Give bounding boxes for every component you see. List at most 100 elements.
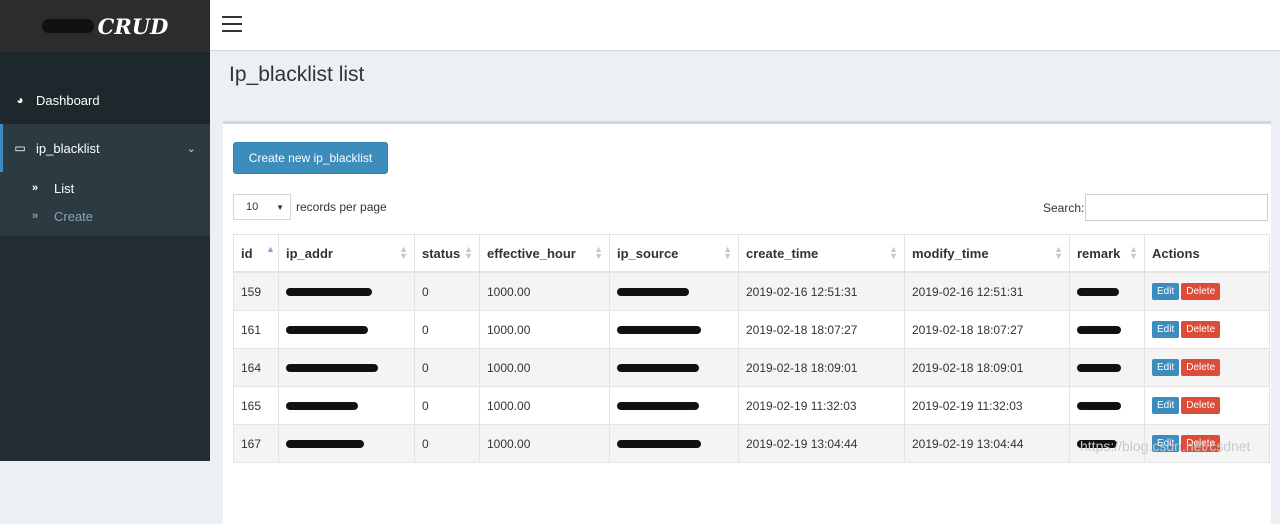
search-input[interactable]	[1085, 194, 1268, 221]
cell-ip-source	[609, 310, 739, 349]
edit-button[interactable]: Edit	[1152, 397, 1180, 414]
edit-button[interactable]: Edit	[1152, 359, 1180, 376]
redaction-mark	[1077, 364, 1121, 373]
sort-icon: ▲ ▼	[399, 244, 408, 261]
sort-asc-icon: ▲	[266, 244, 275, 254]
cell-ip-addr	[278, 386, 415, 425]
sidebar-subitem-create[interactable]: » Create	[0, 202, 210, 230]
sort-icon: ▲ ▼	[889, 244, 898, 261]
records-per-page-label: records per page	[296, 200, 387, 214]
delete-button[interactable]: Delete	[1181, 359, 1221, 376]
cell-ip-addr	[278, 424, 415, 463]
cell-status: 0	[414, 386, 480, 425]
redaction-mark	[286, 440, 364, 449]
cell-modify-time: 2019-02-19 11:32:03	[904, 386, 1070, 425]
sidebar-item-label: Dashboard	[36, 92, 100, 108]
cell-remark	[1069, 348, 1145, 387]
column-header-status[interactable]: status ▲ ▼	[414, 234, 480, 273]
column-header-modify-time[interactable]: modify_time ▲ ▼	[904, 234, 1070, 273]
redaction-mark	[617, 326, 701, 335]
cell-ip-addr	[278, 271, 415, 311]
double-chevron-right-icon: »	[32, 182, 39, 194]
delete-button[interactable]: Delete	[1181, 283, 1221, 300]
watermark-text: https://blog.csdn.net/csdnet	[1080, 438, 1251, 454]
table-row: 164 0 1000.00 2019-02-18 18:09:01 2019-0…	[233, 348, 1270, 387]
page-title: Ip_blacklist list	[229, 63, 365, 86]
edit-button[interactable]: Edit	[1152, 283, 1180, 300]
sort-icon: ▲ ▼	[1054, 244, 1063, 261]
redaction-mark	[1077, 402, 1121, 411]
cell-ip-source	[609, 424, 739, 463]
cell-modify-time: 2019-02-18 18:09:01	[904, 348, 1070, 387]
cell-modify-time: 2019-02-19 13:04:44	[904, 424, 1070, 463]
dashboard-icon: ◕	[16, 93, 24, 107]
cell-remark	[1069, 271, 1145, 311]
cell-create-time: 2019-02-16 12:51:31	[738, 271, 905, 311]
page-length-select[interactable]: 10 ▼	[233, 194, 291, 220]
cell-actions: Edit Delete	[1144, 386, 1270, 425]
cell-id: 165	[233, 386, 279, 425]
column-header-remark[interactable]: remark ▲ ▼	[1069, 234, 1145, 273]
cell-ip-addr	[278, 348, 415, 387]
column-header-create-time[interactable]: create_time ▲ ▼	[738, 234, 905, 273]
sidebar-subitem-list[interactable]: » List	[0, 174, 210, 202]
cell-ip-addr	[278, 310, 415, 349]
table-row: 165 0 1000.00 2019-02-19 11:32:03 2019-0…	[233, 386, 1270, 425]
edit-button[interactable]: Edit	[1152, 321, 1180, 338]
caret-down-icon: ▼	[276, 202, 284, 212]
redaction-mark	[286, 326, 368, 335]
top-navbar	[210, 0, 1280, 51]
delete-button[interactable]: Delete	[1181, 321, 1221, 338]
cell-effective-hour: 1000.00	[479, 310, 610, 349]
cell-actions: Edit Delete	[1144, 271, 1270, 311]
cell-create-time: 2019-02-19 11:32:03	[738, 386, 905, 425]
sidebar: CRUD ◕ Dashboard ▭ ip_blacklist ⌄ » List…	[0, 0, 210, 461]
double-chevron-right-icon: »	[32, 210, 39, 222]
cell-effective-hour: 1000.00	[479, 424, 610, 463]
create-button[interactable]: Create new ip_blacklist	[233, 142, 388, 174]
cell-ip-source	[609, 348, 739, 387]
cell-status: 0	[414, 348, 480, 387]
list-box: Create new ip_blacklist 10 ▼ records per…	[223, 121, 1271, 524]
cell-status: 0	[414, 424, 480, 463]
table-header-row: id ▲ ip_addr ▲ ▼ status ▲ ▼ effective_hour ▲ ▼ …	[233, 234, 1270, 273]
cell-id: 164	[233, 348, 279, 387]
cell-status: 0	[414, 271, 480, 311]
redaction-mark	[286, 364, 378, 373]
cell-id: 159	[233, 271, 279, 311]
column-header-id[interactable]: id ▲	[233, 234, 279, 273]
sidebar-item-dashboard[interactable]: ◕ Dashboard	[0, 76, 210, 124]
cell-create-time: 2019-02-18 18:07:27	[738, 310, 905, 349]
page-length-control: 10 ▼ records per page	[233, 194, 387, 220]
redaction-mark	[1077, 288, 1119, 297]
folder-icon: ▭	[14, 141, 26, 155]
cell-ip-source	[609, 386, 739, 425]
cell-status: 0	[414, 310, 480, 349]
sidebar-subitem-label: Create	[54, 208, 94, 224]
sort-icon: ▲ ▼	[1129, 244, 1138, 261]
delete-button[interactable]: Delete	[1181, 397, 1221, 414]
cell-modify-time: 2019-02-16 12:51:31	[904, 271, 1070, 311]
menu-toggle-icon[interactable]	[222, 16, 242, 32]
column-header-ip-source[interactable]: ip_source ▲ ▼	[609, 234, 739, 273]
cell-effective-hour: 1000.00	[479, 386, 610, 425]
main-content: Ip_blacklist list Create new ip_blacklis…	[210, 51, 1280, 524]
cell-actions: Edit Delete	[1144, 348, 1270, 387]
redaction-mark	[617, 440, 701, 449]
redaction-mark	[617, 402, 699, 411]
cell-create-time: 2019-02-18 18:09:01	[738, 348, 905, 387]
sidebar-item-ip-blacklist[interactable]: ▭ ip_blacklist ⌄	[0, 124, 210, 172]
sidebar-gap	[0, 52, 210, 76]
chevron-down-icon: ⌄	[186, 142, 196, 155]
redaction-mark	[286, 402, 358, 411]
cell-effective-hour: 1000.00	[479, 348, 610, 387]
column-header-effective-hour[interactable]: effective_hour ▲ ▼	[479, 234, 610, 273]
sidebar-item-label: ip_blacklist	[36, 140, 100, 156]
redaction-mark	[617, 364, 699, 373]
column-header-ip-addr[interactable]: ip_addr ▲ ▼	[278, 234, 415, 273]
redaction-mark	[286, 288, 372, 297]
cell-ip-source	[609, 271, 739, 311]
cell-remark	[1069, 386, 1145, 425]
brand-logo[interactable]: CRUD	[0, 0, 210, 52]
cell-create-time: 2019-02-19 13:04:44	[738, 424, 905, 463]
